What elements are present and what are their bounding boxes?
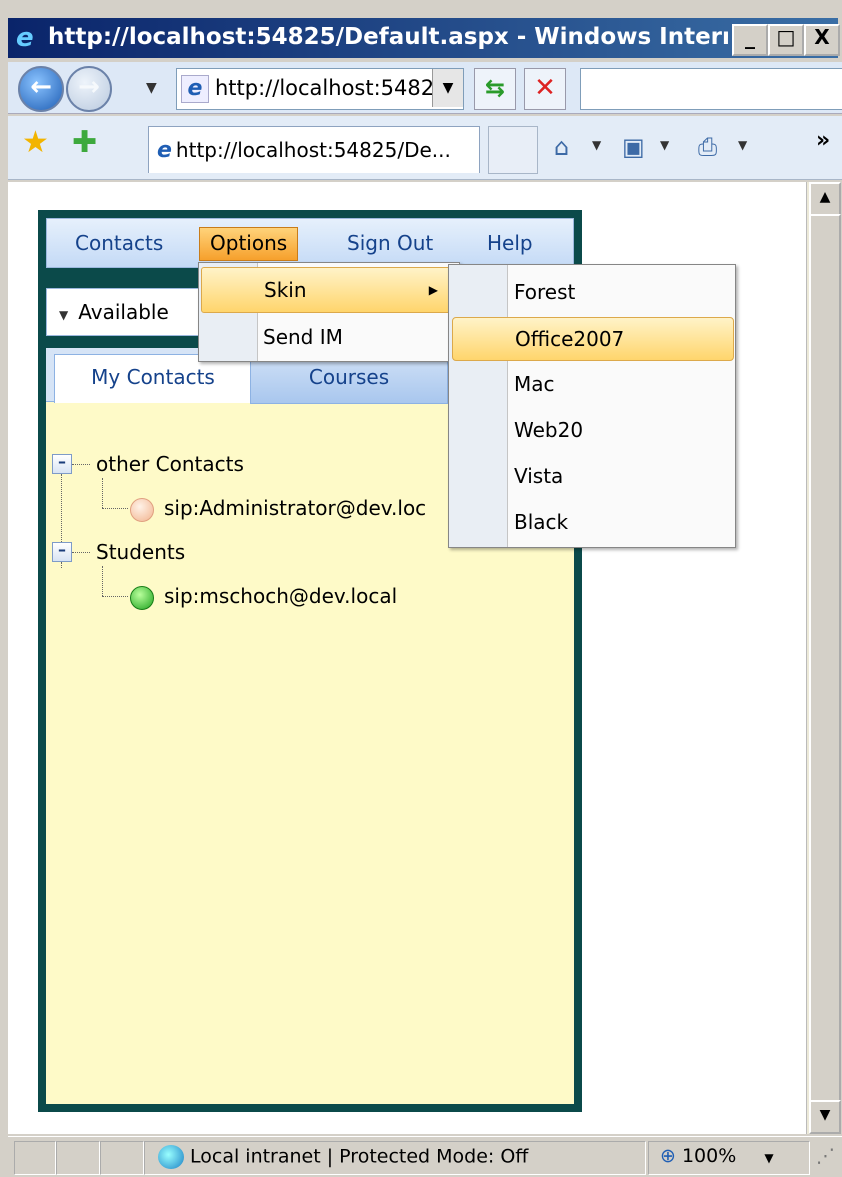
menu-item-send-im[interactable]: Send IM — [201, 315, 457, 359]
presence-status-value: Available — [78, 300, 169, 324]
collapse-group-icon[interactable]: – — [52, 454, 72, 474]
skin-item-office2007[interactable]: Office2007 — [452, 317, 734, 361]
menu-options[interactable]: Options — [199, 227, 299, 261]
skin-item-web20[interactable]: Web20 — [452, 409, 732, 451]
skin-item-mac[interactable]: Mac — [452, 363, 732, 405]
scroll-thumb[interactable] — [809, 214, 841, 1106]
menu-sign-out[interactable]: Sign Out — [347, 229, 433, 257]
options-menu: Skin ▶ Send IM — [198, 262, 460, 362]
refresh-button[interactable]: ⇆ — [474, 68, 516, 110]
intranet-globe-icon — [158, 1145, 184, 1169]
menu-item-skin[interactable]: Skin ▶ — [201, 267, 459, 313]
more-tools-chevron-icon[interactable]: » — [816, 128, 830, 153]
presence-online-icon — [130, 585, 154, 610]
tree-contact[interactable]: sip:Administrator@dev.loc — [130, 494, 426, 522]
skin-item-black[interactable]: Black — [452, 501, 732, 543]
chevron-down-icon: ▼ — [59, 308, 69, 322]
skin-item-vista[interactable]: Vista — [452, 455, 732, 497]
page-icon: e — [181, 75, 209, 103]
search-input[interactable] — [580, 68, 842, 110]
ie-logo-icon: e — [16, 23, 34, 53]
collapse-group-icon[interactable]: – — [52, 542, 72, 562]
status-bar: Local intranet | Protected Mode: Off ⊕ 1… — [8, 1136, 842, 1177]
feeds-icon[interactable]: ▣ — [622, 132, 645, 162]
tree-group-students[interactable]: Students — [96, 538, 185, 566]
address-bar[interactable]: e http://localhost:5482 ▼ — [176, 68, 464, 110]
navigation-bar: ← → ▼ e http://localhost:5482 ▼ ⇆ ✕ — [8, 62, 842, 114]
zoom-magnifier-icon: ⊕ — [660, 1145, 676, 1167]
tab-label: http://localhost:54825/De... — [175, 138, 451, 162]
favorites-bar: ★ ✚ e http://localhost:54825/De... ⌂ ▼ ▣ … — [8, 116, 842, 180]
submenu-arrow-icon: ▶ — [428, 283, 438, 297]
maximize-button[interactable]: □ — [768, 24, 804, 56]
home-dropdown-icon[interactable]: ▼ — [592, 138, 601, 152]
scroll-down-button[interactable]: ▼ — [809, 1100, 841, 1134]
zoom-level: ⊕ 100% ▼ — [660, 1145, 774, 1167]
minimize-button[interactable]: _ — [732, 24, 768, 56]
menu-contacts[interactable]: Contacts — [75, 229, 163, 257]
security-zone-text: Local intranet | Protected Mode: Off — [190, 1145, 529, 1168]
app-menubar: Contacts Options Sign Out Help — [46, 218, 574, 268]
add-favorites-icon[interactable]: ✚ — [72, 128, 97, 158]
resize-grip-icon[interactable]: ⋰ — [816, 1145, 835, 1167]
vertical-scrollbar[interactable]: ▲ ▼ — [806, 182, 841, 1134]
new-tab-button[interactable] — [488, 126, 538, 174]
back-button[interactable]: ← — [18, 66, 64, 112]
window-titlebar: e http://localhost:54825/Default.aspx - … — [8, 18, 840, 58]
zoom-dropdown-icon[interactable]: ▼ — [764, 1151, 773, 1165]
favorites-star-icon[interactable]: ★ — [22, 128, 49, 158]
presence-status-dropdown[interactable]: ▼ Available — [46, 288, 206, 336]
zoom-text: 100% — [681, 1145, 737, 1167]
skin-item-forest[interactable]: Forest — [452, 271, 732, 313]
ie-tab-icon: e — [157, 138, 172, 163]
home-icon[interactable]: ⌂ — [554, 132, 569, 162]
menu-help[interactable]: Help — [487, 229, 533, 257]
window-title: http://localhost:54825/Default.aspx - Wi… — [48, 24, 728, 50]
print-dropdown-icon[interactable]: ▼ — [738, 138, 747, 152]
print-icon[interactable]: ⎙ — [698, 132, 717, 162]
skin-submenu: Forest Office2007 Mac Web20 Vista Black — [448, 264, 736, 548]
tree-contact[interactable]: sip:mschoch@dev.local — [130, 582, 397, 610]
presence-away-icon — [130, 497, 154, 522]
address-text: http://localhost:5482 — [215, 76, 435, 100]
tree-group-other-contacts[interactable]: other Contacts — [96, 450, 244, 478]
close-button[interactable]: X — [804, 24, 840, 56]
address-dropdown-button[interactable]: ▼ — [432, 69, 463, 107]
feeds-dropdown-icon[interactable]: ▼ — [660, 138, 669, 152]
contact-name: sip:mschoch@dev.local — [164, 584, 398, 608]
contact-name: sip:Administrator@dev.loc — [164, 496, 427, 520]
history-dropdown-icon[interactable]: ▼ — [146, 80, 157, 96]
forward-button[interactable]: → — [66, 66, 112, 112]
stop-button[interactable]: ✕ — [524, 68, 566, 110]
scroll-up-button[interactable]: ▲ — [809, 182, 841, 216]
browser-tab[interactable]: e http://localhost:54825/De... — [148, 126, 480, 173]
security-zone: Local intranet | Protected Mode: Off — [158, 1145, 528, 1169]
